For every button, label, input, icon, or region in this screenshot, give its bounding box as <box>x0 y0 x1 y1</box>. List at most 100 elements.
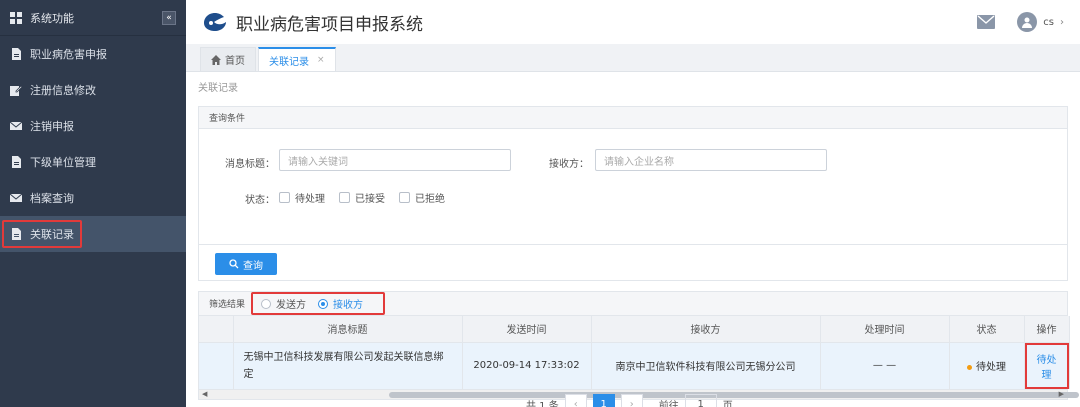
table-header: 状态 <box>949 316 1025 343</box>
logo-icon <box>204 13 226 31</box>
result-header: 筛选结果 发送方 接收方 <box>199 292 1067 316</box>
tab-label: 关联记录 <box>269 56 309 68</box>
radio-button[interactable] <box>261 298 272 309</box>
radio-receiver[interactable]: 接收方 <box>318 296 363 311</box>
pagination: 共 1 条 ‹ 1 › 前往 1 页 <box>526 394 733 407</box>
title-label: 消息标题： <box>225 159 275 170</box>
status-badge: 待处理 <box>976 362 1006 373</box>
user-name[interactable]: cs <box>1043 17 1054 28</box>
query-form: 消息标题： 请输入关键词 接收方： 请输入企业名称 状态： 待处理 已接受 已拒… <box>199 129 1067 244</box>
sidebar-item-label: 职业病危害申报 <box>30 48 107 61</box>
sidebar-item-label: 下级单位管理 <box>30 156 96 169</box>
document-icon <box>12 156 21 168</box>
goto-page-input[interactable]: 1 <box>684 394 717 407</box>
checkbox[interactable] <box>399 192 410 203</box>
receiver-label: 接收方： <box>549 159 589 170</box>
radio-label: 接收方 <box>333 300 364 311</box>
sidebar-item-label: 档案查询 <box>30 192 74 205</box>
pagination-total: 共 1 条 <box>526 400 559 407</box>
radio-sender[interactable]: 发送方 <box>261 296 306 311</box>
table-cell-receiver: 南京中卫信软件科技有限公司无锡分公司 <box>591 342 821 389</box>
query-button-label: 查询 <box>243 260 263 272</box>
tab-home[interactable]: 首页 <box>200 47 256 71</box>
records-table: 消息标题 发送时间 接收方 处理时间 状态 操作 无锡中卫信科技发展有限公司发起… <box>199 316 1070 389</box>
table-header-index <box>199 316 234 343</box>
result-label: 筛选结果 <box>209 300 246 310</box>
table-header: 消息标题 <box>233 316 463 343</box>
sidebar-header: 系统功能 « <box>0 0 186 36</box>
checkbox-label: 待处理 <box>295 194 325 205</box>
query-panel-title: 查询条件 <box>199 107 1067 129</box>
sidebar-item-label: 注销申报 <box>30 120 74 133</box>
radio-button[interactable] <box>318 298 329 309</box>
table-header: 发送时间 <box>462 316 592 343</box>
collapse-button[interactable]: « <box>162 10 176 25</box>
scroll-right-icon[interactable]: ▶ <box>1059 390 1064 398</box>
checkbox-label: 已拒绝 <box>415 194 445 205</box>
sidebar-item-declaration[interactable]: 职业病危害申报 <box>0 36 186 72</box>
sidebar-item-label: 关联记录 <box>30 228 74 241</box>
table-header-row: 消息标题 发送时间 接收方 处理时间 状态 操作 <box>199 316 1070 343</box>
checkbox[interactable] <box>339 192 350 203</box>
sidebar: 系统功能 « 职业病危害申报 注册信息修改 注销申报 下级单位管理 档案查询 关… <box>0 0 186 407</box>
tab-label: 首页 <box>225 56 245 67</box>
highlight-box: 发送方 接收方 <box>251 292 386 315</box>
query-footer: 查询 <box>199 244 1067 280</box>
page-unit-label: 页 <box>722 400 733 407</box>
table-cell-title: 无锡中卫信科技发展有限公司发起关联信息绑定 <box>233 342 463 389</box>
result-panel: 筛选结果 发送方 接收方 消息标题 发送时间 接收方 处理时间 状态 操作 无锡… <box>198 291 1079 400</box>
user-icon <box>1022 17 1033 28</box>
avatar[interactable] <box>1017 12 1038 32</box>
sidebar-item-cancellation[interactable]: 注销申报 <box>0 108 186 144</box>
status-checkbox-accepted[interactable]: 已接受 <box>339 190 385 205</box>
table-cell-action: 待处理 <box>1024 342 1070 389</box>
chevron-right-icon[interactable]: › <box>1060 17 1064 28</box>
document-icon <box>12 48 21 60</box>
grid-icon <box>10 11 22 24</box>
mail-icon <box>10 121 22 130</box>
title-input[interactable]: 请输入关键词 <box>279 149 511 171</box>
sidebar-item-association-records[interactable]: 关联记录 <box>0 216 186 252</box>
checkbox[interactable] <box>279 192 290 203</box>
goto-label: 前往 <box>658 400 679 407</box>
message-icon[interactable] <box>977 15 996 29</box>
document-icon <box>12 228 21 240</box>
process-link[interactable]: 待处理 <box>1024 342 1069 389</box>
table-header: 处理时间 <box>820 316 950 343</box>
mail-icon <box>10 193 22 202</box>
table-cell-send-time: 2020-09-14 17:33:02 <box>462 342 592 389</box>
sidebar-item-sub-units[interactable]: 下级单位管理 <box>0 144 186 180</box>
sidebar-item-label: 注册信息修改 <box>30 84 96 97</box>
table-cell-process-time: — — <box>820 342 950 389</box>
sidebar-item-registration-edit[interactable]: 注册信息修改 <box>0 72 186 108</box>
query-button[interactable]: 查询 <box>215 253 277 275</box>
tab-association-records[interactable]: 关联记录 × <box>258 47 336 71</box>
table-header: 接收方 <box>591 316 821 343</box>
status-label: 状态： <box>245 195 275 206</box>
receiver-input[interactable]: 请输入企业名称 <box>595 149 827 171</box>
status-checkbox-pending[interactable]: 待处理 <box>279 190 325 205</box>
next-page-button[interactable]: › <box>620 394 643 407</box>
home-icon <box>211 54 221 65</box>
page-number-button[interactable]: 1 <box>592 394 615 407</box>
search-icon <box>229 259 239 269</box>
radio-label: 发送方 <box>276 300 307 311</box>
checkbox-label: 已接受 <box>355 194 385 205</box>
query-panel: 查询条件 消息标题： 请输入关键词 接收方： 请输入企业名称 状态： 待处理 已… <box>198 106 1068 281</box>
sidebar-item-archive[interactable]: 档案查询 <box>0 180 186 216</box>
highlight-box: 关联记录 <box>2 220 82 248</box>
close-icon[interactable]: × <box>317 55 325 65</box>
status-checkbox-rejected[interactable]: 已拒绝 <box>399 190 445 205</box>
main-content: 关联记录 查询条件 消息标题： 请输入关键词 接收方： 请输入企业名称 状态： … <box>186 72 1080 407</box>
table-cell-status: 待处理 <box>949 342 1025 389</box>
table-cell-index <box>199 342 234 389</box>
app-title: 职业病危害项目申报系统 <box>236 14 423 35</box>
table-header: 操作 <box>1024 316 1070 343</box>
scroll-left-icon[interactable]: ◀ <box>202 390 207 398</box>
top-header: 职业病危害项目申报系统 cs › <box>186 0 1080 44</box>
scroll-thumb[interactable] <box>389 391 1079 398</box>
sidebar-title: 系统功能 <box>30 11 74 25</box>
prev-page-button[interactable]: ‹ <box>564 394 587 407</box>
breadcrumb: 关联记录 <box>198 83 238 94</box>
table-row[interactable]: 无锡中卫信科技发展有限公司发起关联信息绑定 2020-09-14 17:33:0… <box>199 342 1070 389</box>
